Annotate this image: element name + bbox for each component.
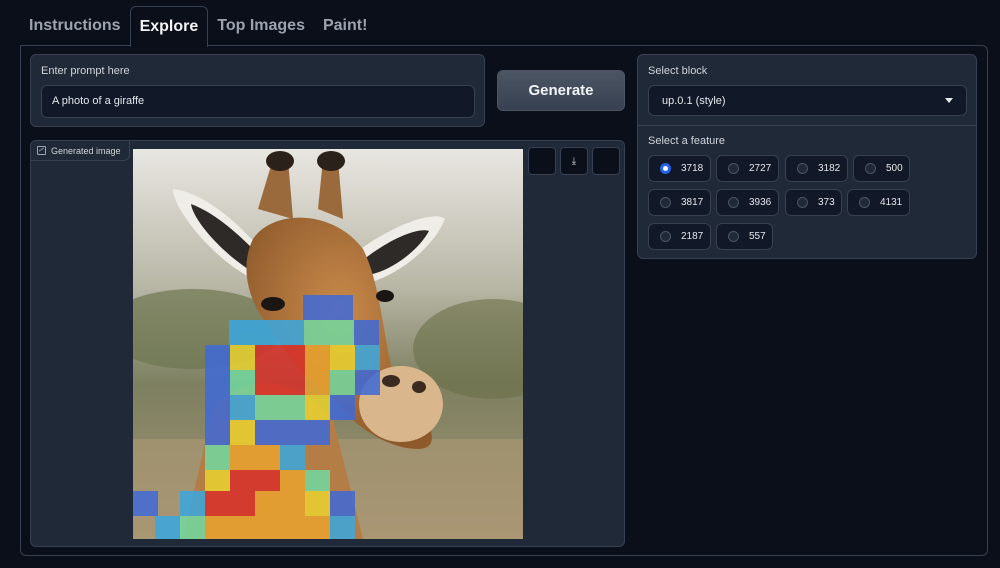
feature-option-label: 557 [749,231,766,242]
feature-option-label: 3182 [818,163,841,174]
image-action-button-3[interactable] [592,147,620,175]
download-button[interactable]: ⤓ [560,147,588,175]
divider [638,125,976,126]
block-dropdown-value: up.0.1 (style) [662,94,726,107]
feature-option-557[interactable]: 557 [716,223,773,250]
feature-option-label: 3817 [681,197,704,208]
radio-icon [865,163,876,174]
tab-explore[interactable]: Explore [129,6,209,47]
image-action-button-1[interactable] [528,147,556,175]
block-dropdown[interactable]: up.0.1 (style) [648,85,967,116]
radio-icon [660,231,671,242]
feature-option-label: 2727 [749,163,772,174]
tab-top-images[interactable]: Top Images [208,6,314,46]
block-feature-panel: Select block up.0.1 (style) Select a fea… [637,54,977,259]
radio-icon [859,197,870,208]
giraffe-picture [133,149,523,539]
prompt-input[interactable]: A photo of a giraffe [41,85,475,118]
prompt-box: Enter prompt here A photo of a giraffe [30,54,485,127]
radio-icon [797,197,808,208]
feature-option-label: 500 [886,163,903,174]
feature-option-3936[interactable]: 3936 [716,189,779,216]
generated-image-label-text: Generated image [51,145,121,156]
generate-button[interactable]: Generate [497,70,625,111]
feature-option-label: 2187 [681,231,704,242]
generated-image-label: Generated image [31,141,130,161]
radio-icon [797,163,808,174]
feature-option-4131[interactable]: 4131 [847,189,910,216]
radio-icon [728,197,739,208]
feature-option-373[interactable]: 373 [785,189,842,216]
tab-bar: Instructions Explore Top Images Paint! [20,6,376,47]
feature-option-3817[interactable]: 3817 [648,189,711,216]
generated-image-panel: Generated image ⤓ [30,140,625,547]
radio-icon [728,231,739,242]
feature-option-2727[interactable]: 2727 [716,155,779,182]
tab-paint[interactable]: Paint! [314,6,376,46]
feature-option-label: 373 [818,197,835,208]
radio-icon [728,163,739,174]
feature-label: Select a feature [648,135,726,147]
block-label: Select block [648,65,708,77]
radio-icon [660,197,671,208]
feature-option-3182[interactable]: 3182 [785,155,848,182]
feature-option-3718[interactable]: 3718 [648,155,711,182]
feature-option-label: 4131 [880,197,903,208]
prompt-label: Enter prompt here [41,65,130,77]
feature-option-2187[interactable]: 2187 [648,223,711,250]
image-icon [37,146,46,155]
tab-instructions[interactable]: Instructions [20,6,130,46]
feature-option-label: 3718 [681,163,704,174]
radio-icon [660,163,671,174]
giraffe-image [133,149,523,539]
feature-option-500[interactable]: 500 [853,155,910,182]
feature-option-label: 3936 [749,197,772,208]
chevron-down-icon [945,98,953,103]
download-icon: ⤓ [571,155,577,167]
